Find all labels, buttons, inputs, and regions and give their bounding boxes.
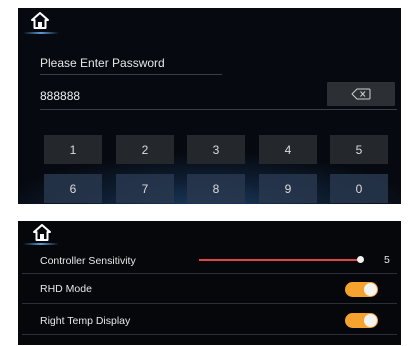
password-panel: Please Enter Password 888888 1 2 3 4 5 6… xyxy=(18,8,401,204)
password-underline xyxy=(40,109,397,110)
toggle-knob xyxy=(364,283,377,296)
row-divider xyxy=(22,303,397,304)
right-temp-display-row: Right Temp Display xyxy=(22,311,397,333)
key-2[interactable]: 2 xyxy=(116,135,174,164)
key-3[interactable]: 3 xyxy=(187,135,245,164)
password-field[interactable]: 888888 xyxy=(40,89,80,103)
home-underline xyxy=(23,32,59,34)
key-7[interactable]: 7 xyxy=(116,174,174,203)
controller-sensitivity-label: Controller Sensitivity xyxy=(40,255,136,267)
prompt-divider xyxy=(40,74,222,75)
rhd-mode-row: RHD Mode xyxy=(22,279,397,301)
row-divider xyxy=(22,273,397,274)
sensitivity-slider-track[interactable] xyxy=(199,259,359,261)
home-underline xyxy=(23,243,59,245)
row-divider xyxy=(22,334,397,335)
key-9[interactable]: 9 xyxy=(259,174,317,203)
home-icon[interactable] xyxy=(31,12,49,29)
sensitivity-slider-handle[interactable] xyxy=(357,256,364,263)
right-temp-display-label: Right Temp Display xyxy=(40,315,131,327)
rhd-mode-toggle[interactable] xyxy=(345,282,378,297)
backspace-button[interactable] xyxy=(327,82,395,106)
right-temp-display-toggle[interactable] xyxy=(345,313,378,328)
settings-panel: Controller Sensitivity 5 RHD Mode Right … xyxy=(18,221,401,345)
key-6[interactable]: 6 xyxy=(44,174,102,203)
controller-sensitivity-row: Controller Sensitivity xyxy=(22,251,397,273)
sensitivity-value: 5 xyxy=(384,254,390,266)
header-bar xyxy=(18,8,401,35)
key-0[interactable]: 0 xyxy=(330,174,388,203)
toggle-knob xyxy=(364,314,377,327)
home-icon[interactable] xyxy=(33,224,51,241)
key-1[interactable]: 1 xyxy=(44,135,102,164)
settings-header-bar xyxy=(18,221,401,248)
backspace-icon xyxy=(351,88,371,100)
key-5[interactable]: 5 xyxy=(330,135,388,164)
key-4[interactable]: 4 xyxy=(259,135,317,164)
key-8[interactable]: 8 xyxy=(187,174,245,203)
rhd-mode-label: RHD Mode xyxy=(40,283,92,295)
password-prompt: Please Enter Password xyxy=(40,56,165,70)
